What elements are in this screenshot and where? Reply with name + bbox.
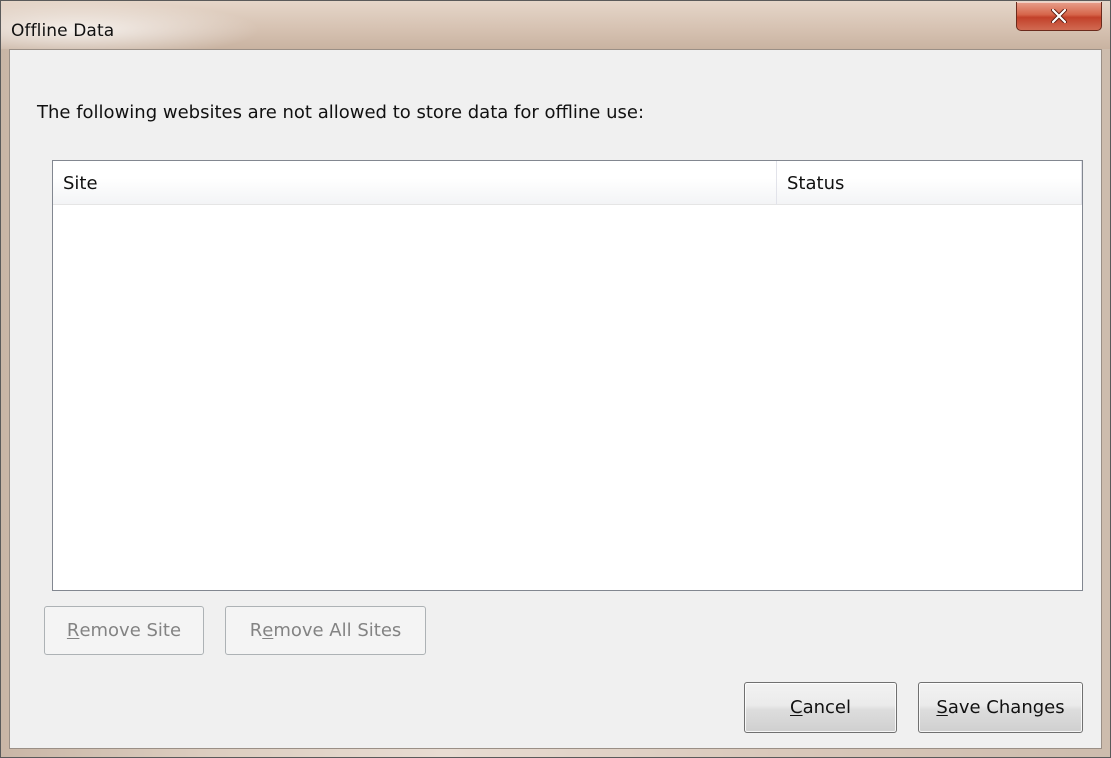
description-label: The following websites are not allowed t… [37,102,645,123]
remove-all-accelerator: e [262,620,274,641]
close-icon [1051,9,1067,23]
remove-all-label-post: move All Sites [273,620,402,641]
offline-data-dialog: Offline Data The following websites are … [0,0,1111,758]
cancel-button[interactable]: Cancel [744,682,897,733]
list-header: Site Status [53,161,1082,205]
window-title: Offline Data [11,21,115,41]
remove-all-label-pre: R [249,620,263,641]
cancel-accelerator: C [790,697,803,718]
dialog-body: The following websites are not allowed t… [9,49,1102,749]
title-bar[interactable]: Offline Data [1,1,1110,49]
list-body[interactable] [53,205,1082,590]
cancel-label-post: ancel [802,697,851,718]
save-accelerator: S [936,697,948,718]
remove-site-label-post: emove Site [79,620,182,641]
sites-list[interactable]: Site Status [52,160,1083,591]
close-button[interactable] [1016,2,1102,31]
remove-all-sites-button[interactable]: Re move All Sites [225,606,426,655]
save-label-post: ave Changes [947,697,1065,718]
save-changes-button[interactable]: Save Changes [918,682,1083,733]
column-header-status[interactable]: Status [777,161,1082,205]
remove-site-button[interactable]: Remove Site [44,606,204,655]
remove-site-accelerator: R [66,620,80,641]
column-header-site[interactable]: Site [53,161,777,205]
